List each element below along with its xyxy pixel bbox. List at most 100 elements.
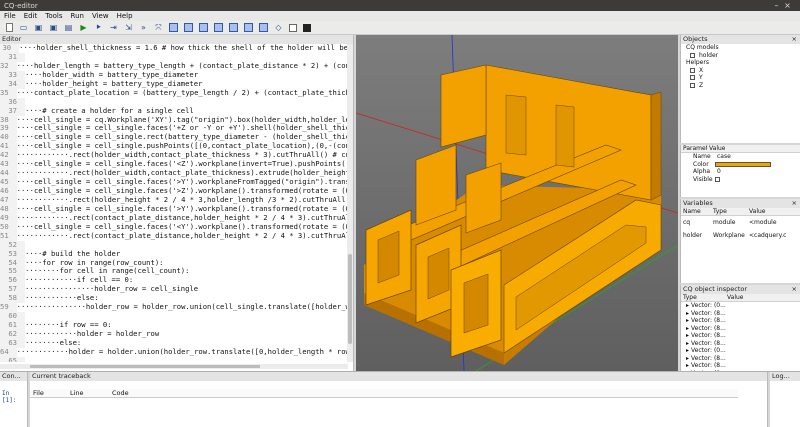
line-text[interactable]: ····contact_plate_location = (battery_ty… — [17, 88, 348, 98]
inspector-value: Vector: (8... — [691, 317, 726, 324]
checkbox-icon[interactable]: ✓ — [690, 67, 695, 73]
line-text[interactable]: ············.rect(contact_plate_distance… — [17, 231, 348, 241]
bottom-view-icon[interactable] — [199, 23, 208, 32]
line-text[interactable]: ················holder_row = holder_row.… — [17, 302, 348, 312]
menu-file[interactable]: File — [4, 12, 16, 20]
inspector-value: Vector: (8... — [691, 324, 726, 332]
visible-checkbox[interactable]: ✓ — [715, 176, 720, 182]
main-toolbar: ▭ ▣ ▣ ▤ ▶ ⯈ ⇥ ⇲ » ⤧ ◇ — [0, 21, 800, 35]
tree-item[interactable]: ✓Z — [681, 82, 800, 90]
property-row: Visible✓ — [681, 176, 800, 184]
tree-item-label: X — [699, 66, 704, 74]
inspector-value: Vector: (8... — [691, 309, 726, 317]
editor-horizontal-scrollbar[interactable] — [0, 364, 348, 369]
variable-row[interactable]: cq module <module — [681, 216, 800, 229]
close-icon[interactable]: × — [783, 1, 792, 10]
var-type: module — [713, 219, 736, 226]
inspector-row[interactable]: ▸ Vector: (8... — [681, 362, 800, 370]
fit-view-icon[interactable]: ⤧ — [154, 23, 163, 32]
variables-header: Variables × — [681, 199, 800, 208]
menu-tools[interactable]: Tools — [45, 12, 62, 20]
inspector-value: Vector: (0... — [691, 347, 726, 354]
tree-item[interactable]: ✓Y — [681, 74, 800, 82]
properties-header: ParameterValue — [681, 145, 800, 153]
property-name: Alpha — [693, 168, 711, 175]
toggle-editor-icon[interactable]: ▤ — [64, 23, 73, 32]
front-view-icon[interactable] — [214, 23, 223, 32]
objects-tree[interactable]: CQ models✓holderHelpers✓X✓Y✓Z — [681, 44, 800, 89]
left-view-icon[interactable] — [244, 23, 253, 32]
inspector-value: Vector: (8... — [691, 354, 726, 362]
continue-icon[interactable]: » — [139, 23, 148, 32]
save-icon[interactable]: ▣ — [34, 23, 43, 32]
property-value[interactable]: 0 — [715, 168, 721, 176]
inspector-row[interactable]: ▸ Vector: (8... — [681, 355, 800, 363]
log-title: Log... — [772, 372, 790, 380]
inspector-value: Vector: (8... — [691, 332, 726, 339]
inspector-row[interactable]: ▸Vector: (0... — [681, 347, 800, 355]
line-text[interactable]: ············holder = holder.union(holder… — [17, 347, 348, 357]
tree-item[interactable]: CQ models — [681, 44, 800, 52]
debug-icon[interactable]: ⯈ — [94, 23, 103, 32]
menu-run[interactable]: Run — [71, 12, 84, 20]
menu-view[interactable]: View — [92, 12, 109, 20]
line-text[interactable]: ····holder_shell_thickness = 1.6 # how t… — [19, 44, 348, 53]
tree-item[interactable]: ✓X — [681, 67, 800, 75]
var-value: <module — [749, 219, 777, 226]
variable-row[interactable]: holder Workplane <cadquery.c — [681, 229, 800, 242]
wireframe-icon[interactable]: ◇ — [274, 23, 283, 32]
screenshot-icon[interactable] — [303, 23, 311, 32]
tree-item-label: Y — [699, 74, 703, 81]
checkbox-icon[interactable]: ✓ — [690, 52, 695, 58]
inspector-row[interactable]: ▸ Vector: (8... — [681, 332, 800, 340]
shaded-icon[interactable] — [289, 23, 297, 32]
step-icon[interactable]: ⇥ — [109, 23, 118, 32]
property-row: Name case — [681, 153, 800, 161]
tree-item[interactable]: Helpers — [681, 59, 800, 67]
log-panel[interactable]: Log... — [770, 372, 800, 427]
tree-item-label: CQ models — [686, 44, 719, 51]
code-area[interactable]: 30 ····holder_shell_thickness = 1.6 # how… — [0, 44, 348, 362]
inspector-row[interactable]: ▸ Vector: (8... — [681, 325, 800, 333]
objects-header: Objects × — [681, 35, 800, 44]
col-name: Name — [683, 208, 701, 215]
3d-viewport[interactable] — [356, 35, 678, 371]
col-line: Line — [70, 389, 84, 397]
step-in-icon[interactable]: ⇲ — [124, 23, 133, 32]
back-view-icon[interactable] — [229, 23, 238, 32]
save-as-icon[interactable]: ▣ — [49, 23, 58, 32]
run-icon[interactable]: ▶ — [79, 23, 88, 32]
top-view-icon[interactable] — [184, 23, 193, 32]
property-value[interactable]: case — [715, 153, 731, 161]
minimize-icon[interactable]: – — [772, 1, 781, 10]
col-value: Value — [727, 294, 744, 301]
tree-item-label: Z — [699, 81, 704, 89]
inspector-row[interactable]: ▸Vector: (0... — [681, 302, 800, 310]
new-file-icon[interactable] — [6, 23, 13, 32]
tree-item-label: Helpers — [686, 59, 709, 66]
line-number: 65 — [0, 356, 25, 362]
var-type: Workplane — [713, 232, 745, 239]
iso-view-icon[interactable] — [169, 23, 178, 32]
console-title: Con... — [2, 372, 21, 380]
var-value: <cadquery.c — [749, 232, 787, 239]
cq-object-inspector-panel: CQ object inspector × Type Value ▸ Vector: … — [680, 285, 800, 371]
console-panel[interactable]: Con... In [1]: — [0, 372, 28, 427]
editor-vertical-scrollbar[interactable] — [347, 44, 353, 362]
tree-item[interactable]: ✓ holder — [681, 52, 800, 60]
inspector-row[interactable]: ▸ Vector: (8... — [681, 317, 800, 325]
col-value: Value — [749, 208, 766, 215]
checkbox-icon[interactable]: ✓ — [690, 82, 695, 88]
menu-bar: File Edit Tools Run View Help — [0, 11, 800, 21]
inspector-row[interactable]: ▸ Vector: (8... — [681, 310, 800, 318]
checkbox-icon[interactable]: ✓ — [690, 75, 695, 80]
open-file-icon[interactable]: ▭ — [19, 23, 28, 32]
inspector-row[interactable]: ▸ Vector: (8... — [681, 340, 800, 348]
menu-edit[interactable]: Edit — [24, 12, 38, 20]
right-view-icon[interactable] — [259, 23, 268, 32]
code-line: 30 ····holder_shell_thickness = 1.6 # how… — [0, 44, 348, 53]
window-title-bar: CQ-editor – × — [0, 0, 800, 11]
color-swatch[interactable] — [715, 161, 771, 167]
var-name: cq — [683, 219, 691, 226]
menu-help[interactable]: Help — [117, 12, 133, 20]
